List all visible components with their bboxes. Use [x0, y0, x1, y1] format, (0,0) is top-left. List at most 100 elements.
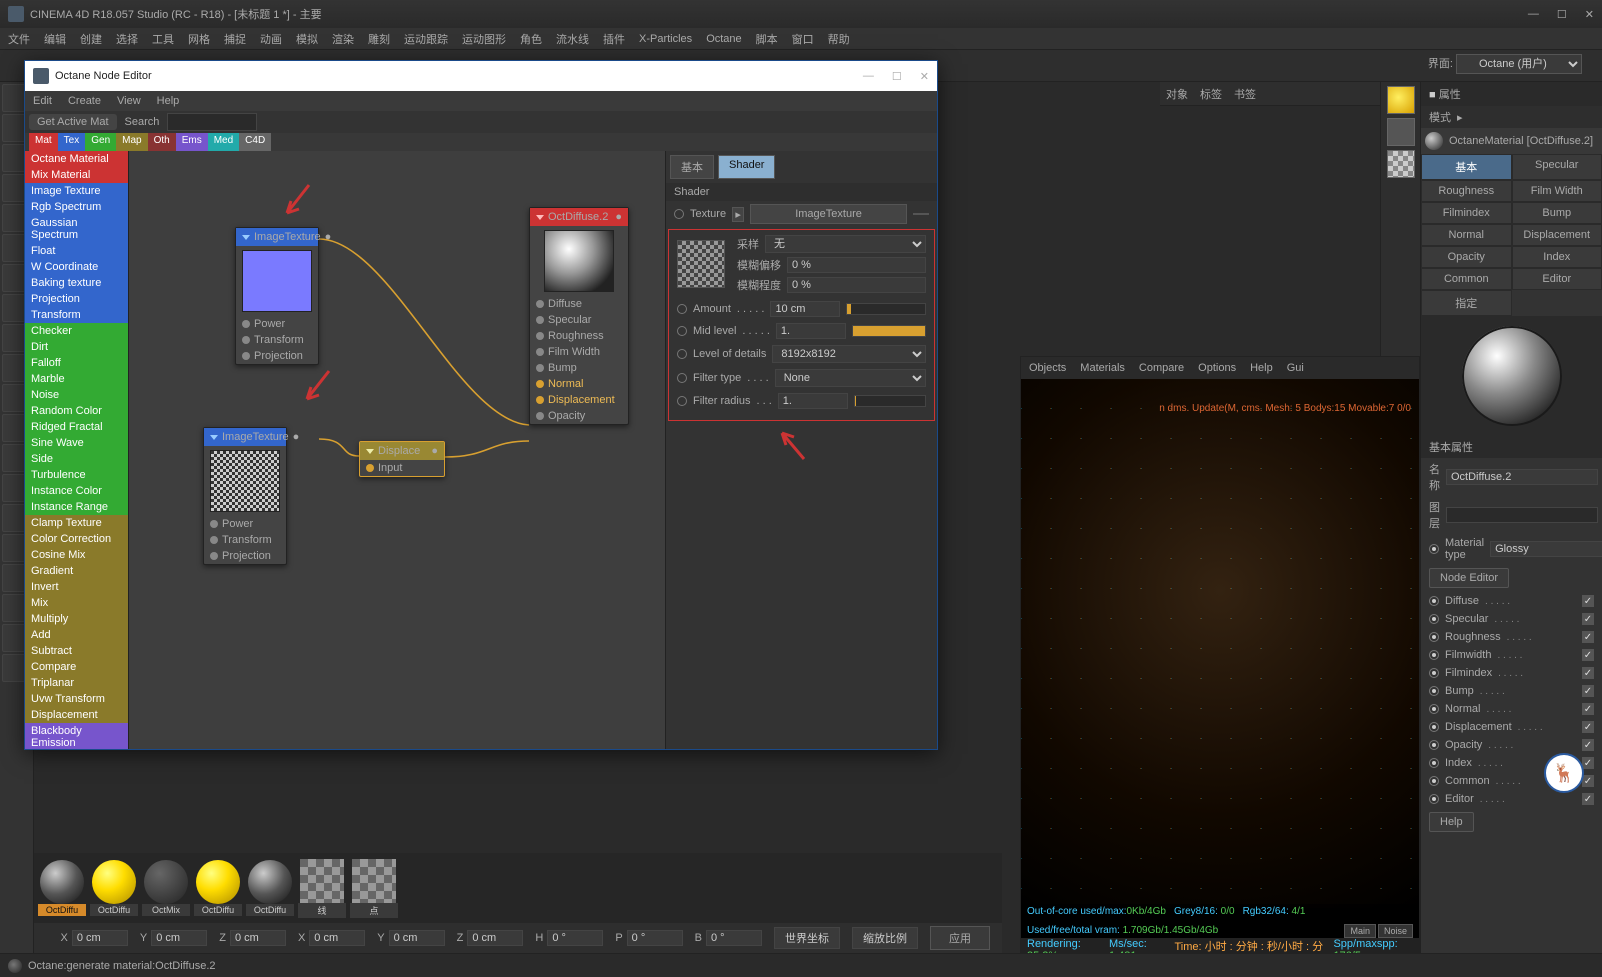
attr-tab[interactable]: Index — [1512, 246, 1602, 268]
coord-p[interactable] — [627, 930, 683, 946]
radio-icon[interactable] — [677, 326, 687, 336]
coord-y2[interactable] — [389, 930, 445, 946]
clear-button[interactable] — [913, 213, 929, 215]
tab-objects[interactable]: 对象 — [1166, 86, 1188, 102]
checkbox[interactable]: ✓ — [1582, 757, 1594, 769]
sidebar-item[interactable]: Noise — [25, 387, 128, 403]
checkbox[interactable]: ✓ — [1582, 631, 1594, 643]
tab-main[interactable]: Main — [1344, 924, 1376, 938]
nw-tab-c4d[interactable]: C4D — [239, 133, 271, 151]
checkbox[interactable]: ✓ — [1582, 613, 1594, 625]
nw-tab-oth[interactable]: Oth — [148, 133, 176, 151]
node-image-texture-1[interactable]: ImageTexture● Power Transform Projection — [235, 227, 319, 365]
prop-tab-basic[interactable]: 基本 — [670, 155, 714, 179]
checkbox[interactable]: ✓ — [1582, 667, 1594, 679]
nodewin-minimize-icon[interactable]: — — [863, 70, 874, 83]
sidebar-item[interactable]: Multiply — [25, 611, 128, 627]
radio-icon[interactable] — [674, 209, 684, 219]
attr-tab[interactable]: 基本 — [1421, 154, 1512, 180]
coord-b[interactable] — [706, 930, 762, 946]
radio-icon[interactable] — [677, 396, 687, 406]
sidebar-item[interactable]: Checker — [25, 323, 128, 339]
sidebar-item[interactable]: Random Color — [25, 403, 128, 419]
radio-icon[interactable] — [1429, 544, 1439, 554]
menu-选择[interactable]: 选择 — [116, 31, 138, 47]
radio-icon[interactable] — [1429, 650, 1439, 660]
menu-工具[interactable]: 工具 — [152, 31, 174, 47]
attr-tab[interactable]: Common — [1421, 268, 1512, 290]
radio-icon[interactable] — [1429, 614, 1439, 624]
image-texture-button[interactable]: ImageTexture — [750, 204, 907, 224]
sidebar-item[interactable]: Displacement — [25, 707, 128, 723]
amount-slider[interactable] — [846, 303, 926, 315]
radio-icon[interactable] — [1429, 758, 1439, 768]
texcol-item[interactable] — [1387, 86, 1415, 114]
maximize-icon[interactable]: ☐ — [1557, 8, 1567, 21]
sidebar-item[interactable]: Instance Range — [25, 499, 128, 515]
menu-捕捉[interactable]: 捕捉 — [224, 31, 246, 47]
menu-脚本[interactable]: 脚本 — [756, 31, 778, 47]
checkbox[interactable]: ✓ — [1582, 703, 1594, 715]
attr-tab[interactable]: Opacity — [1421, 246, 1512, 268]
vp-menu-compare[interactable]: Compare — [1139, 362, 1184, 374]
sidebar-item[interactable]: Baking texture — [25, 275, 128, 291]
attr-tab[interactable]: Editor — [1512, 268, 1602, 290]
sidebar-item[interactable]: Subtract — [25, 643, 128, 659]
sidebar-item[interactable]: Rgb Spectrum — [25, 199, 128, 215]
menu-创建[interactable]: 创建 — [80, 31, 102, 47]
attr-name-input[interactable] — [1446, 469, 1598, 485]
blur-scale-input[interactable] — [787, 277, 926, 293]
sidebar-item[interactable]: Cosine Mix — [25, 547, 128, 563]
search-input[interactable] — [167, 113, 257, 131]
menu-渲染[interactable]: 渲染 — [332, 31, 354, 47]
sidebar-item[interactable]: Turbulence — [25, 467, 128, 483]
menu-窗口[interactable]: 窗口 — [792, 31, 814, 47]
coord-x2[interactable] — [309, 930, 365, 946]
sidebar-item[interactable]: Octane Material — [25, 151, 128, 167]
sidebar-item[interactable]: Gaussian Spectrum — [25, 215, 128, 243]
nw-menu-edit[interactable]: Edit — [33, 95, 52, 107]
sidebar-item[interactable]: Add — [25, 627, 128, 643]
interface-select[interactable]: Octane (用户) — [1456, 54, 1582, 74]
radio-icon[interactable] — [1429, 596, 1439, 606]
sidebar-item[interactable]: Mix Material — [25, 167, 128, 183]
material-slot[interactable]: OctDiffu — [38, 860, 86, 916]
nw-menu-create[interactable]: Create — [68, 95, 101, 107]
node-octdiffuse[interactable]: OctDiffuse.2● Diffuse Specular Roughness… — [529, 207, 629, 425]
nw-tab-ems[interactable]: Ems — [176, 133, 208, 151]
nodewin-titlebar[interactable]: Octane Node Editor — ☐ ✕ — [25, 61, 937, 91]
vp-menu-materials[interactable]: Materials — [1080, 362, 1125, 374]
attr-tab[interactable]: Filmindex — [1421, 202, 1512, 224]
radio-icon[interactable] — [1429, 722, 1439, 732]
nw-tab-med[interactable]: Med — [208, 133, 239, 151]
radio-icon[interactable] — [677, 373, 687, 383]
nw-tab-gen[interactable]: Gen — [85, 133, 116, 151]
coord-z2[interactable] — [467, 930, 523, 946]
close-icon[interactable]: ✕ — [1585, 8, 1594, 21]
vp-menu-objects[interactable]: Objects — [1029, 362, 1066, 374]
material-slot[interactable]: OctDiffu — [90, 860, 138, 916]
nodewin-maximize-icon[interactable]: ☐ — [892, 70, 902, 83]
attr-tab[interactable]: Film Width — [1512, 180, 1602, 202]
sidebar-item[interactable]: Falloff — [25, 355, 128, 371]
sidebar-item[interactable]: Invert — [25, 579, 128, 595]
coord-x[interactable] — [72, 930, 128, 946]
material-slot[interactable]: OctDiffu — [246, 860, 294, 916]
prop-tab-shader[interactable]: Shader — [718, 155, 775, 179]
attr-tab[interactable]: Roughness — [1421, 180, 1512, 202]
material-slot[interactable]: OctDiffu — [194, 860, 242, 916]
nw-tab-map[interactable]: Map — [116, 133, 147, 151]
get-active-mat-button[interactable]: Get Active Mat — [29, 114, 117, 130]
coord-scale-select[interactable]: 缩放比例 — [852, 927, 918, 949]
minimize-icon[interactable]: — — [1528, 8, 1539, 21]
nodewin-close-icon[interactable]: ✕ — [920, 70, 929, 83]
attr-mattype-input[interactable] — [1490, 541, 1602, 557]
radio-icon[interactable] — [1429, 668, 1439, 678]
midlevel-input[interactable] — [776, 323, 846, 339]
tab-tags[interactable]: 标签 — [1200, 86, 1222, 102]
arrow-button[interactable]: ▸ — [732, 207, 744, 222]
filter-radius-input[interactable] — [778, 393, 848, 409]
menu-动画[interactable]: 动画 — [260, 31, 282, 47]
sidebar-item[interactable]: Compare — [25, 659, 128, 675]
coord-y[interactable] — [151, 930, 207, 946]
